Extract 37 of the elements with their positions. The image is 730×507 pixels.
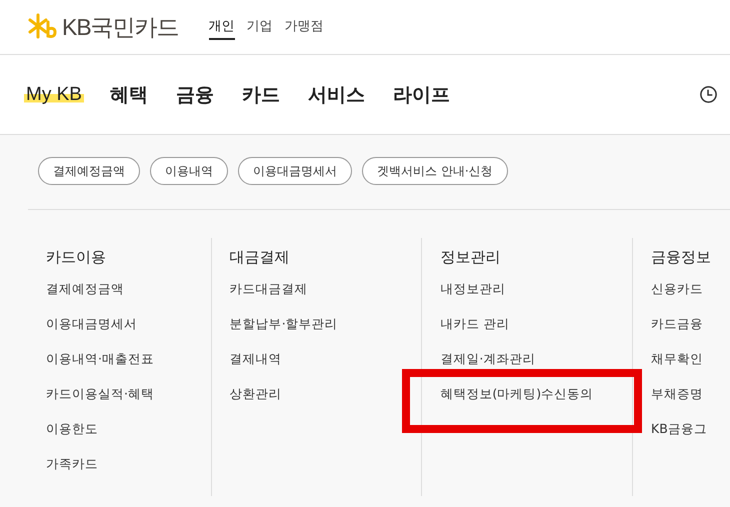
menu-link[interactable]: 내카드 관리 — [440, 316, 510, 331]
menu-link[interactable]: 상환관리 — [230, 386, 282, 401]
logo-text: KB국민카드 — [62, 12, 179, 42]
column-heading: 금융정보 — [651, 248, 712, 267]
menu-link[interactable]: 신용카드 — [651, 281, 704, 296]
menu-link[interactable]: 부채증명 — [651, 386, 704, 401]
menu-link[interactable]: 가족카드 — [46, 456, 98, 471]
menu-link[interactable]: 이용대금명세서 — [46, 316, 137, 331]
segment-tab[interactable]: 기업 — [246, 14, 273, 40]
menu-link[interactable]: 결제내역 — [230, 351, 282, 366]
menu-link[interactable]: 결제예정금액 — [46, 281, 124, 296]
menu-link[interactable]: KB금융그 — [651, 421, 707, 436]
quick-link-chip[interactable]: 이용내역 — [150, 157, 228, 185]
segment-tab[interactable]: 개인 — [208, 14, 235, 40]
clock-icon[interactable] — [699, 85, 718, 104]
menu-link[interactable]: 이용한도 — [46, 421, 98, 436]
menu-link[interactable]: 분할납부·할부관리 — [230, 316, 338, 331]
main-menu-tab[interactable]: 카드 — [240, 82, 282, 108]
menu-link[interactable]: 이용내역·매출전표 — [46, 351, 154, 366]
quick-link-chip[interactable]: 결제예정금액 — [38, 157, 140, 185]
menu-link[interactable]: 카드대금결제 — [230, 281, 308, 296]
main-menu-tab[interactable]: 금융 — [174, 82, 216, 108]
quick-link-chip[interactable]: 겟백서비스 안내·신청 — [362, 157, 508, 185]
main-menu-tab[interactable]: 혜택 — [108, 82, 150, 108]
main-menu-tab[interactable]: 서비스 — [306, 82, 367, 108]
menu-link[interactable]: 채무확인 — [651, 351, 704, 366]
column-heading: 대금결제 — [230, 248, 291, 267]
quick-link-chip[interactable]: 이용대금명세서 — [238, 157, 352, 185]
segment-tab[interactable]: 가맹점 — [284, 14, 324, 40]
menu-link[interactable]: 카드금융 — [651, 316, 704, 331]
menu-link[interactable]: 내정보관리 — [440, 281, 506, 296]
menu-link[interactable]: 결제일·계좌관리 — [440, 351, 536, 366]
column-heading: 정보관리 — [440, 248, 502, 267]
menu-link[interactable]: 혜택정보(마케팅)수신동의 — [440, 386, 594, 401]
main-menu-tab[interactable]: 라이프 — [390, 82, 452, 108]
menu-link[interactable]: 카드이용실적·혜택 — [46, 386, 154, 401]
column-heading: 카드이용 — [46, 248, 107, 267]
